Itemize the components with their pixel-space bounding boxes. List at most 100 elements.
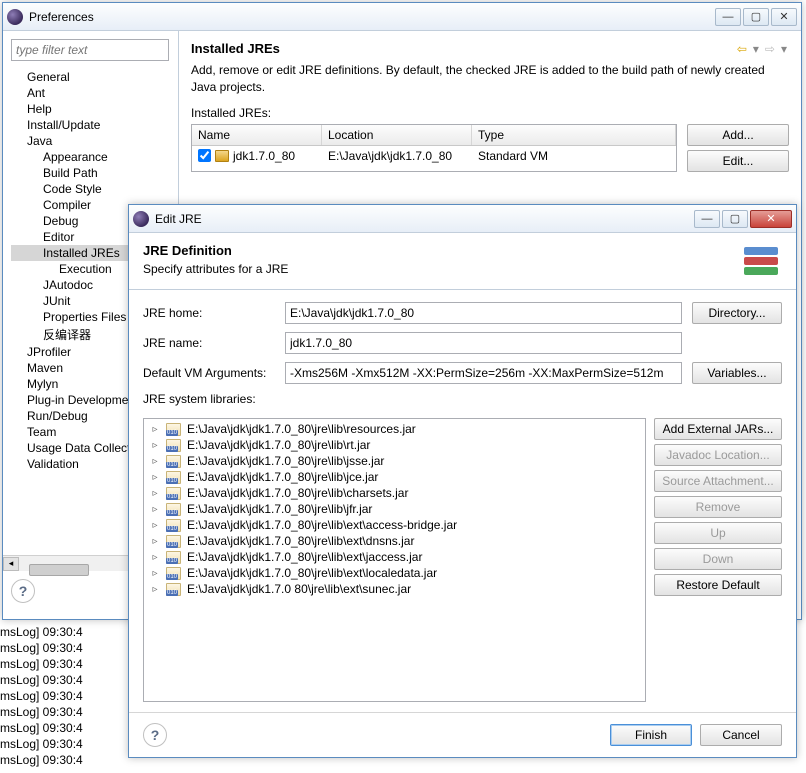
col-name[interactable]: Name [192, 125, 322, 145]
close-button[interactable]: ✕ [750, 210, 792, 228]
lib-item[interactable]: ▹ E:\Java\jdk\jdk1.7.0_80\jre\lib\ext\loc… [144, 565, 645, 581]
editjre-title: Edit JRE [155, 212, 694, 226]
add-external-jars-button[interactable]: Add External JARs... [654, 418, 782, 440]
expand-icon[interactable]: ▹ [150, 488, 160, 499]
javadoc-location-button[interactable]: Javadoc Location... [654, 444, 782, 466]
expand-icon[interactable]: ▹ [150, 520, 160, 531]
tree-item[interactable]: Appearance [11, 149, 178, 165]
lib-item[interactable]: ▹E:\Java\jdk\jdk1.7.0_80\jre\lib\jce.jar [144, 469, 645, 485]
eclipse-icon [133, 211, 149, 227]
editjre-titlebar[interactable]: Edit JRE — ▢ ✕ [129, 205, 796, 233]
expand-icon[interactable]: ▹ [150, 536, 160, 547]
tree-item[interactable]: Code Style [11, 181, 178, 197]
lib-item[interactable]: ▹ E:\Java\jdk\jdk1.7.0_80\jre\lib\charset… [144, 485, 645, 501]
lib-item[interactable]: ▹E:\Java\jdk\jdk1.7.0_80\jre\lib\ext\jac… [144, 549, 645, 565]
jar-icon [166, 551, 181, 564]
tree-item[interactable]: General [11, 69, 178, 85]
back-arrow-icon[interactable]: ⇦ [735, 42, 749, 56]
jre-name: jdk1.7.0_80 [233, 149, 295, 163]
help-button[interactable]: ? [11, 579, 35, 603]
preferences-titlebar[interactable]: Preferences — ▢ ✕ [3, 3, 801, 31]
lib-path: E:\Java\jdk\jdk1.7.0_80\jre\lib\rt.jar [187, 438, 370, 452]
jre-location: E:\Java\jdk\jdk1.7.0_80 [322, 146, 472, 166]
jre-name-input[interactable] [285, 332, 682, 354]
up-button[interactable]: Up [654, 522, 782, 544]
jar-icon [166, 423, 181, 436]
console-output: msLog] 09:30:4msLog] 09:30:4msLog] 09:30… [0, 624, 83, 768]
lib-item[interactable]: ▹ E:\Java\jdk\jdk1.7.0_80\jre\lib\rt.jar [144, 437, 645, 453]
filter-input[interactable] [11, 39, 169, 61]
lib-item[interactable]: ▹E:\Java\jdk\jdk1.7.0_80\jre\lib\resourc… [144, 421, 645, 437]
variables-button[interactable]: Variables... [692, 362, 782, 384]
tree-item[interactable]: Install/Update [11, 117, 178, 133]
expand-icon[interactable]: ▹ [150, 504, 160, 515]
expand-icon[interactable]: ▹ [150, 552, 160, 563]
remove-button[interactable]: Remove [654, 496, 782, 518]
installed-jres-table[interactable]: Name Location Type jdk1.7.0_80 E:\Java\j… [191, 124, 677, 172]
table-label: Installed JREs: [191, 106, 789, 120]
tree-item[interactable]: Ant [11, 85, 178, 101]
cancel-button[interactable]: Cancel [700, 724, 782, 746]
jar-icon [166, 455, 181, 468]
banner-subtitle: Specify attributes for a JRE [143, 262, 740, 276]
col-location[interactable]: Location [322, 125, 472, 145]
scroll-thumb[interactable] [29, 564, 89, 576]
restore-default-button[interactable]: Restore Default [654, 574, 782, 596]
maximize-button[interactable]: ▢ [722, 210, 748, 228]
jre-home-input[interactable] [285, 302, 682, 324]
help-button[interactable]: ? [143, 723, 167, 747]
console-line: msLog] 09:30:4 [0, 656, 83, 672]
maximize-button[interactable]: ▢ [743, 8, 769, 26]
jre-home-label: JRE home: [143, 306, 275, 320]
jar-icon [166, 439, 181, 452]
console-line: msLog] 09:30:4 [0, 688, 83, 704]
lib-path: E:\Java\jdk\jdk1.7.0_80\jre\lib\ext\acce… [187, 518, 457, 532]
source-attachment-button[interactable]: Source Attachment... [654, 470, 782, 492]
expand-icon[interactable]: ▹ [150, 456, 160, 467]
scroll-left-icon[interactable]: ◂ [3, 557, 19, 571]
lib-item[interactable]: ▹E:\Java\jdk\jdk1.7.0_80\jre\lib\jsse.ja… [144, 453, 645, 469]
tree-item[interactable]: Help [11, 101, 178, 117]
expand-icon[interactable]: ▹ [150, 584, 160, 595]
back-menu-icon[interactable]: ▾ [751, 42, 761, 56]
forward-menu-icon[interactable]: ▾ [779, 42, 789, 56]
add-button[interactable]: Add... [687, 124, 789, 146]
lib-item[interactable]: ▹ E:\Java\jdk\jdk1.7.0_80\jre\lib\ext\acc… [144, 517, 645, 533]
vm-args-input[interactable] [285, 362, 682, 384]
close-button[interactable]: ✕ [771, 8, 797, 26]
lib-path: E:\Java\jdk\jdk1.7.0_80\jre\lib\ext\loca… [187, 566, 437, 580]
directory-button[interactable]: Directory... [692, 302, 782, 324]
console-line: msLog] 09:30:4 [0, 672, 83, 688]
books-icon [740, 243, 782, 279]
jre-name-label: JRE name: [143, 336, 275, 350]
jar-icon [166, 519, 181, 532]
expand-icon[interactable]: ▹ [150, 472, 160, 483]
expand-icon[interactable]: ▹ [150, 568, 160, 579]
console-line: msLog] 09:30:4 [0, 736, 83, 752]
expand-icon[interactable]: ▹ [150, 440, 160, 451]
col-type[interactable]: Type [472, 125, 676, 145]
down-button[interactable]: Down [654, 548, 782, 570]
system-libraries-list[interactable]: ▹E:\Java\jdk\jdk1.7.0_80\jre\lib\resourc… [143, 418, 646, 702]
lib-item[interactable]: ▹E:\Java\jdk\jdk1.7.0_80\jre\lib\ext\dns… [144, 533, 645, 549]
edit-button[interactable]: Edit... [687, 150, 789, 172]
jar-icon [166, 487, 181, 500]
page-description: Add, remove or edit JRE definitions. By … [191, 62, 789, 96]
finish-button[interactable]: Finish [610, 724, 692, 746]
libs-label: JRE system libraries: [143, 392, 782, 406]
tree-item[interactable]: Java [11, 133, 178, 149]
jar-icon [166, 503, 181, 516]
lib-item[interactable]: ▹E:\Java\jdk\jdk1.7.0_80\jre\lib\jfr.jar [144, 501, 645, 517]
minimize-button[interactable]: — [694, 210, 720, 228]
jre-checkbox[interactable] [198, 149, 211, 162]
forward-arrow-icon[interactable]: ⇨ [763, 42, 777, 56]
minimize-button[interactable]: — [715, 8, 741, 26]
jre-icon [215, 150, 229, 162]
table-row[interactable]: jdk1.7.0_80 E:\Java\jdk\jdk1.7.0_80 Stan… [192, 146, 676, 166]
expand-icon[interactable]: ▹ [150, 424, 160, 435]
lib-item[interactable]: ▹E:\Java\jdk\jdk1.7.0 80\jre\lib\ext\sun… [144, 581, 645, 597]
vm-args-label: Default VM Arguments: [143, 366, 275, 380]
lib-path: E:\Java\jdk\jdk1.7.0_80\jre\lib\charsets… [187, 486, 408, 500]
tree-item[interactable]: Build Path [11, 165, 178, 181]
eclipse-icon [7, 9, 23, 25]
